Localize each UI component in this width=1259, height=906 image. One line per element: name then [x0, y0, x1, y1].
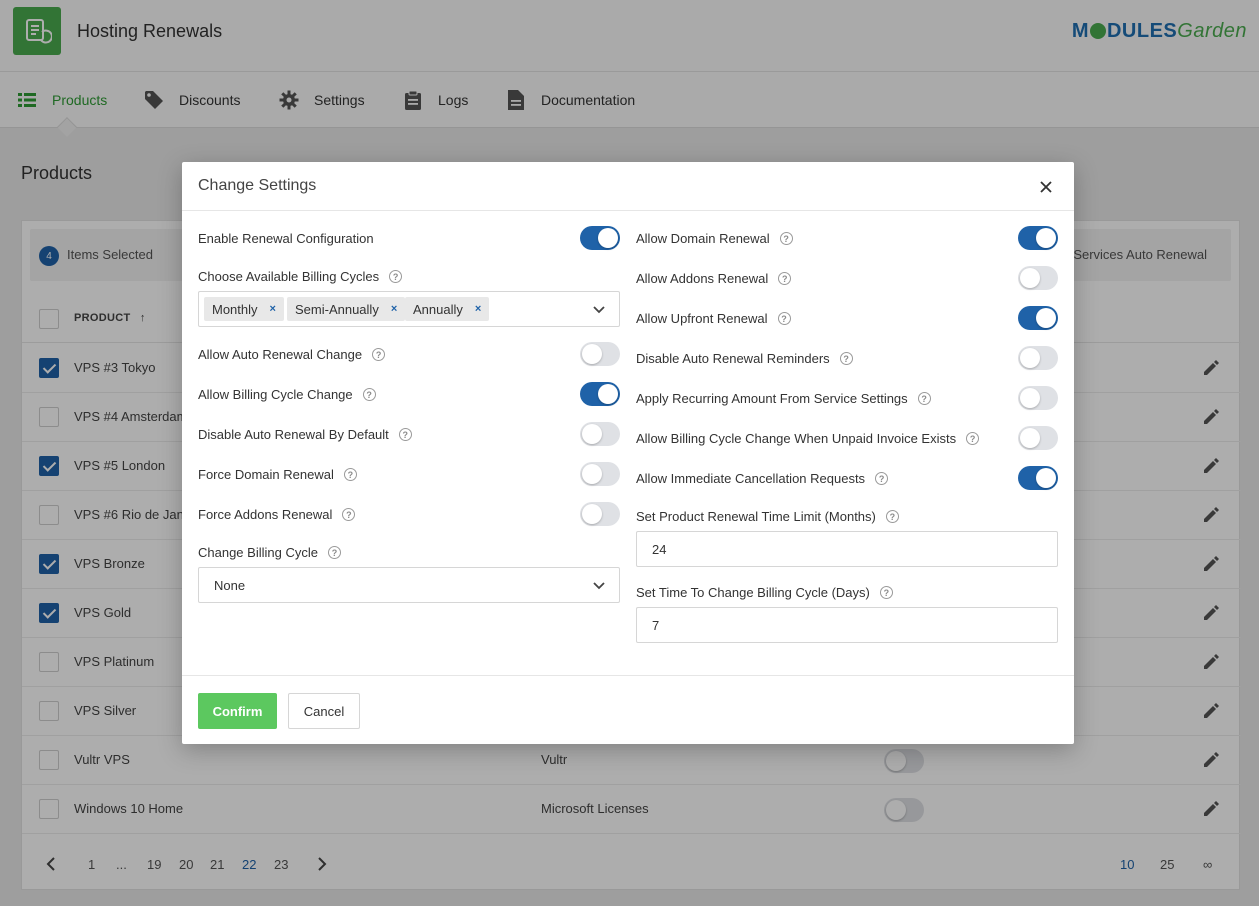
help-icon[interactable]: ?: [875, 472, 889, 485]
allow-upfront-toggle[interactable]: [1018, 306, 1058, 330]
immediate-cancel-toggle[interactable]: [1018, 466, 1058, 490]
help-icon[interactable]: ?: [327, 546, 341, 559]
force-addons-toggle[interactable]: [580, 502, 620, 526]
change-billing-cycle-value: None: [214, 578, 246, 593]
modal-header: Change Settings: [182, 162, 1074, 211]
chip-annually: Annually ×: [405, 297, 490, 321]
allow-domain-label: Allow Domain Renewal?: [636, 231, 793, 246]
remove-chip-icon[interactable]: ×: [391, 303, 397, 315]
help-icon[interactable]: ?: [389, 270, 403, 283]
confirm-button[interactable]: Confirm: [198, 693, 277, 729]
allow-addons-label: Allow Addons Renewal?: [636, 271, 792, 286]
remove-chip-icon[interactable]: ×: [270, 303, 276, 315]
time-limit-label: Set Product Renewal Time Limit (Months)?: [636, 509, 899, 524]
help-icon[interactable]: ?: [917, 392, 931, 405]
allow-domain-toggle[interactable]: [1018, 226, 1058, 250]
help-icon[interactable]: ?: [777, 312, 791, 325]
disable-reminders-label: Disable Auto Renewal Reminders?: [636, 351, 853, 366]
help-icon[interactable]: ?: [839, 352, 853, 365]
force-domain-label: Force Domain Renewal?: [198, 467, 357, 482]
help-icon[interactable]: ?: [398, 428, 412, 441]
apply-recurring-label: Apply Recurring Amount From Service Sett…: [636, 391, 931, 406]
billing-cycles-multiselect[interactable]: Monthly × Semi-Annually × Annually ×: [198, 291, 620, 327]
help-icon[interactable]: ?: [879, 586, 893, 599]
disable-auto-default-toggle[interactable]: [580, 422, 620, 446]
time-limit-input[interactable]: [636, 531, 1058, 567]
allow-addons-toggle[interactable]: [1018, 266, 1058, 290]
modal-title: Change Settings: [198, 177, 317, 194]
change-days-label: Set Time To Change Billing Cycle (Days)?: [636, 585, 893, 600]
billing-cycle-change-label: Allow Billing Cycle Change?: [198, 387, 376, 402]
modal-footer: Confirm Cancel: [182, 675, 1074, 744]
chip-monthly: Monthly ×: [204, 297, 284, 321]
enable-renewal-label: Enable Renewal Configuration: [198, 231, 374, 246]
remove-chip-icon[interactable]: ×: [475, 303, 481, 315]
change-billing-cycle-select[interactable]: None: [198, 567, 620, 603]
billing-cycle-change-toggle[interactable]: [580, 382, 620, 406]
apply-recurring-toggle[interactable]: [1018, 386, 1058, 410]
help-icon[interactable]: ?: [362, 388, 376, 401]
change-days-input[interactable]: [636, 607, 1058, 643]
force-domain-toggle[interactable]: [580, 462, 620, 486]
disable-reminders-toggle[interactable]: [1018, 346, 1058, 370]
cycle-change-unpaid-label: Allow Billing Cycle Change When Unpaid I…: [636, 431, 980, 446]
help-icon[interactable]: ?: [778, 272, 792, 285]
billing-cycles-label: Choose Available Billing Cycles?: [198, 269, 403, 284]
cycle-change-unpaid-toggle[interactable]: [1018, 426, 1058, 450]
cancel-button[interactable]: Cancel: [288, 693, 360, 729]
force-addons-label: Force Addons Renewal?: [198, 507, 356, 522]
allow-upfront-label: Allow Upfront Renewal?: [636, 311, 791, 326]
help-icon[interactable]: ?: [779, 232, 793, 245]
help-icon[interactable]: ?: [966, 432, 980, 445]
help-icon[interactable]: ?: [342, 508, 356, 521]
enable-renewal-toggle[interactable]: [580, 226, 620, 250]
chip-semi-annually: Semi-Annually ×: [287, 297, 406, 321]
disable-auto-default-label: Disable Auto Renewal By Default?: [198, 427, 412, 442]
auto-renewal-change-label: Allow Auto Renewal Change?: [198, 347, 386, 362]
change-billing-cycle-label: Change Billing Cycle?: [198, 545, 341, 560]
chevron-down-icon[interactable]: [591, 578, 607, 594]
change-settings-modal: Change Settings Enable Renewal Configura…: [182, 162, 1074, 744]
help-icon[interactable]: ?: [885, 510, 899, 523]
help-icon[interactable]: ?: [372, 348, 386, 361]
chevron-down-icon[interactable]: [591, 302, 607, 318]
immediate-cancel-label: Allow Immediate Cancellation Requests?: [636, 471, 889, 486]
help-icon[interactable]: ?: [343, 468, 357, 481]
auto-renewal-change-toggle[interactable]: [580, 342, 620, 366]
close-icon[interactable]: [1034, 175, 1058, 199]
